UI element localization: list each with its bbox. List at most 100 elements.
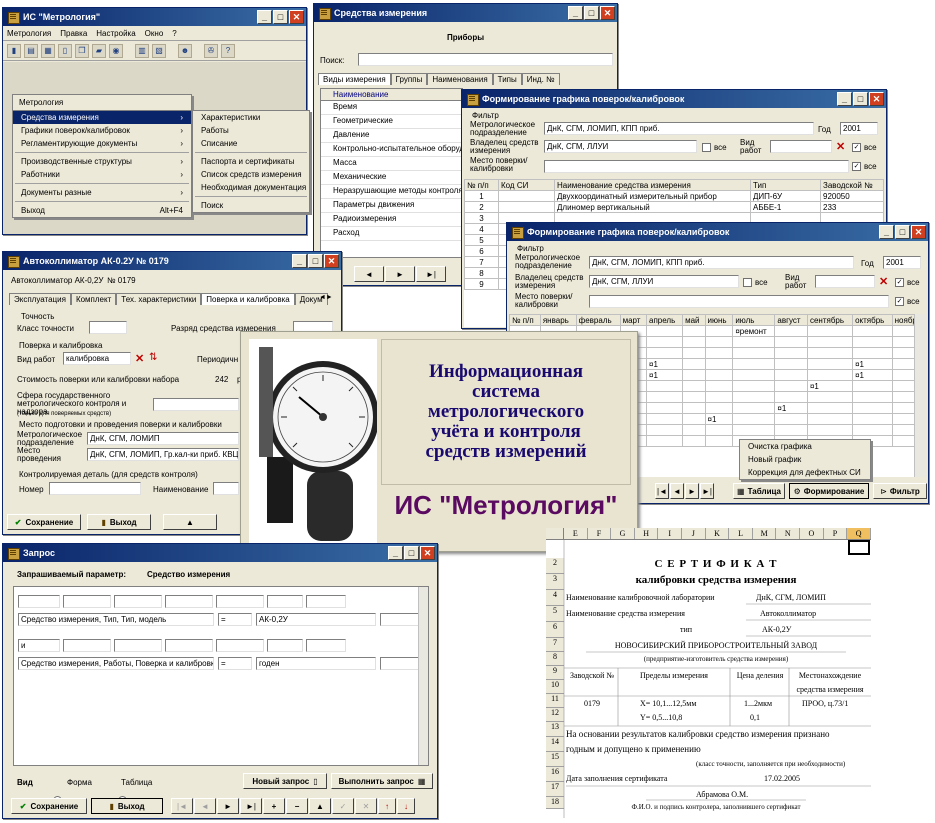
toolbar-icon-cards[interactable]: ▥ xyxy=(135,43,149,58)
menu-item-misc-docs[interactable]: Документы разные › xyxy=(13,186,191,199)
nav-add[interactable]: + xyxy=(263,798,285,814)
calendar-cell[interactable] xyxy=(682,402,706,414)
toolbar-icon-folder[interactable]: ▰ xyxy=(92,43,106,58)
nav-prev[interactable]: ◄ xyxy=(194,798,216,814)
toolbar-icon-copy[interactable]: ❐ xyxy=(75,43,89,58)
calendar-cell[interactable] xyxy=(682,347,706,359)
context-clear-schedule[interactable]: Очистка графика xyxy=(740,440,870,453)
place-field[interactable] xyxy=(544,160,849,173)
work-select[interactable] xyxy=(770,140,832,153)
sort-icon[interactable]: ⇅ xyxy=(149,352,157,363)
menu-metrology[interactable]: Метрология xyxy=(7,29,51,38)
scroll-up-button[interactable]: ▲ xyxy=(163,514,217,530)
tab-kit[interactable]: Комплект xyxy=(70,293,117,305)
calendar-cell[interactable] xyxy=(704,402,734,414)
calendar-cell[interactable] xyxy=(852,413,893,425)
calendar-cell[interactable] xyxy=(682,325,706,337)
calendar-cell[interactable] xyxy=(704,435,734,447)
row2-op[interactable]: = xyxy=(218,657,252,670)
table-button[interactable]: ▦ Таблица xyxy=(733,483,785,499)
calendar-cell[interactable] xyxy=(891,336,914,348)
submenu-characteristics[interactable]: Характеристики xyxy=(193,111,309,124)
toolbar-icon-chart[interactable]: ▤ xyxy=(24,43,38,58)
minimize-button[interactable]: _ xyxy=(568,6,583,20)
clear-icon[interactable]: ✕ xyxy=(135,352,144,365)
toolbar-icon-binoculars[interactable]: ◉ xyxy=(109,43,123,58)
value-select[interactable] xyxy=(306,595,346,608)
calendar-cell[interactable] xyxy=(806,347,854,359)
metro-field[interactable]: ДнК, СГМ, ЛОМИП, КПП приб. xyxy=(589,256,854,269)
value-select[interactable] xyxy=(306,639,346,652)
calendar-cell[interactable] xyxy=(774,391,808,403)
maximize-button[interactable]: □ xyxy=(853,92,868,106)
tab-verification[interactable]: Поверка и калибровка xyxy=(201,293,295,305)
tab-names[interactable]: Наименования xyxy=(427,73,493,85)
submenu-passports[interactable]: Паспорта и сертификаты xyxy=(193,155,309,168)
menu-item-schedules[interactable]: Графики поверок/калибровок › xyxy=(13,124,191,137)
list-item[interactable]: Геометрические xyxy=(321,115,462,129)
submenu-works[interactable]: Работы xyxy=(193,124,309,137)
menu-item-exit[interactable]: Выход Alt+F4 xyxy=(13,204,191,217)
tab-types[interactable]: Типы xyxy=(492,73,522,85)
close-button[interactable]: ✕ xyxy=(869,92,884,106)
submenu-list[interactable]: Список средств измерения xyxy=(193,168,309,181)
calendar-cell[interactable] xyxy=(852,391,893,403)
calendar-cell[interactable] xyxy=(645,402,684,414)
maximize-button[interactable]: □ xyxy=(404,546,419,560)
calendar-cell[interactable] xyxy=(774,336,808,348)
nav-last[interactable]: ►| xyxy=(416,266,446,282)
field-select-1[interactable] xyxy=(63,639,111,652)
toolbar-icon-people[interactable]: ☻ xyxy=(178,43,192,58)
calendar-cell[interactable] xyxy=(852,325,893,337)
move-up-icon[interactable]: ↑ xyxy=(378,798,396,814)
list-item[interactable]: Давление xyxy=(321,129,462,143)
toolbar-icon-help[interactable]: ? xyxy=(221,43,235,58)
calendar-cell[interactable] xyxy=(891,380,914,392)
close-button[interactable]: ✕ xyxy=(324,254,339,268)
connector-select[interactable]: и xyxy=(18,639,60,652)
close-button[interactable]: ✕ xyxy=(420,546,435,560)
submenu-search[interactable]: Поиск xyxy=(193,199,309,212)
place-all-checkbox[interactable]: ✓ xyxy=(852,162,861,171)
calendar-cell[interactable]: ¤1 xyxy=(852,369,893,381)
tab-measurement-types[interactable]: Виды измерения xyxy=(318,73,391,85)
calendar-vscroll[interactable] xyxy=(914,314,926,477)
owner-field[interactable]: ДнК, СГМ, ЛЛУИ xyxy=(589,275,739,288)
list-item[interactable]: Механические xyxy=(321,171,462,185)
tab-inv-number[interactable]: Инд. № xyxy=(521,73,560,85)
calendar-cell[interactable] xyxy=(852,402,893,414)
field-select-3[interactable] xyxy=(165,595,213,608)
calendar-cell[interactable] xyxy=(732,358,776,370)
nav-prev[interactable]: ◄ xyxy=(670,483,684,499)
row1-value[interactable]: АК-0,2У xyxy=(256,613,376,626)
toolbar-icon-instrument[interactable]: ▮ xyxy=(7,43,21,58)
metro-field[interactable]: ДнК, СГМ, ЛОМИП xyxy=(87,432,239,445)
calendar-cell[interactable] xyxy=(806,402,854,414)
row2-close[interactable] xyxy=(380,657,420,670)
calendar-cell[interactable] xyxy=(645,424,684,436)
calendar-cell[interactable] xyxy=(682,336,706,348)
calendar-cell[interactable] xyxy=(732,424,776,436)
row2-value[interactable]: годен xyxy=(256,657,376,670)
context-defect-correction[interactable]: Коррекция для дефектных СИ xyxy=(740,466,870,479)
save-button[interactable]: ✔ Сохранение xyxy=(7,514,81,530)
calendar-cell[interactable] xyxy=(732,380,776,392)
tab-groups[interactable]: Группы xyxy=(390,73,428,85)
query-vscroll[interactable] xyxy=(418,587,428,765)
maximize-button[interactable]: □ xyxy=(308,254,323,268)
calendar-cell[interactable] xyxy=(891,435,914,447)
calendar-cell[interactable] xyxy=(732,347,776,359)
place-field[interactable] xyxy=(589,295,889,308)
work-type-select[interactable]: калибровка xyxy=(63,352,131,365)
calendar-cell[interactable] xyxy=(682,391,706,403)
calendar-cell[interactable] xyxy=(732,369,776,381)
field-select-3[interactable] xyxy=(165,639,213,652)
calendar-cell[interactable] xyxy=(774,424,808,436)
menu-item-instruments[interactable]: Средства измерения › xyxy=(13,111,191,124)
menu-item-structures[interactable]: Производственные структуры › xyxy=(13,155,191,168)
calendar-cell[interactable] xyxy=(806,424,854,436)
calendar-cell[interactable] xyxy=(645,380,684,392)
calendar-cell[interactable] xyxy=(732,391,776,403)
calendar-cell[interactable] xyxy=(852,336,893,348)
move-down-icon[interactable]: ↓ xyxy=(397,798,415,814)
